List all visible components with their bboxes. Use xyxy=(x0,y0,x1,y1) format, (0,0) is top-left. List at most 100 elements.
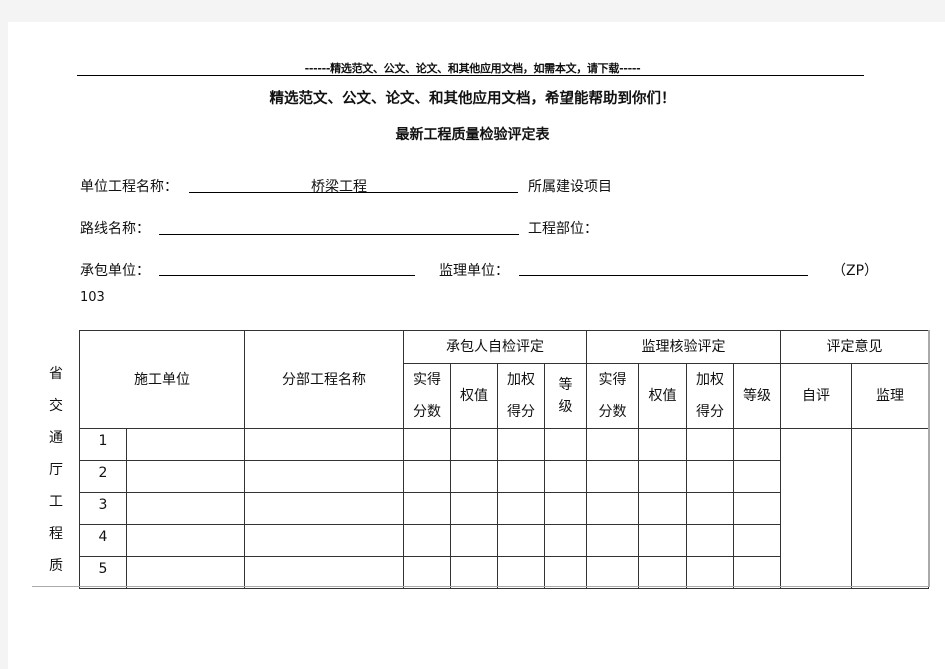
row-unit-cell[interactable] xyxy=(126,524,245,557)
cell[interactable] xyxy=(450,428,498,461)
cell[interactable] xyxy=(403,460,451,493)
cell[interactable] xyxy=(403,492,451,525)
header-weight: 权值 xyxy=(450,363,498,429)
row-number: 1 xyxy=(79,428,127,461)
cell[interactable] xyxy=(686,524,734,557)
table-row: 1 xyxy=(79,428,929,589)
header-text: 加权 xyxy=(696,372,724,388)
side-char: 交 xyxy=(49,398,63,414)
side-char: 工 xyxy=(49,494,63,510)
header-sup-weight: 权值 xyxy=(638,363,687,429)
cell[interactable] xyxy=(544,524,587,557)
cell[interactable] xyxy=(586,524,639,557)
header-sub-project-name: 分部工程名称 xyxy=(244,330,404,429)
cell[interactable] xyxy=(497,428,545,461)
header-rule xyxy=(77,75,864,76)
row-name-cell[interactable] xyxy=(244,556,404,589)
cell[interactable] xyxy=(544,492,587,525)
document-title: 最新工程质量检验评定表 xyxy=(395,127,550,143)
row-name-cell[interactable] xyxy=(244,524,404,557)
supervision-opinion-cell[interactable] xyxy=(851,428,929,589)
row-unit-cell[interactable] xyxy=(126,556,245,589)
row-number: 4 xyxy=(79,524,127,557)
cell[interactable] xyxy=(733,524,781,557)
header-sup-weighted-score: 加权 得分 xyxy=(686,363,734,429)
cell[interactable] xyxy=(450,524,498,557)
cell[interactable] xyxy=(586,428,639,461)
contractor-label: 承包单位： xyxy=(80,263,150,279)
header-construction-unit: 施工单位 xyxy=(79,330,245,429)
cell[interactable] xyxy=(497,556,545,589)
project-part-label: 工程部位： xyxy=(528,221,598,237)
header-text: 等 xyxy=(558,377,573,393)
header-supervisor-check: 监理核验评定 xyxy=(586,330,781,364)
side-char: 厅 xyxy=(49,462,63,478)
download-banner: ------精选范文、公文、论文、和其他应用文档，如需本文，请下载----- xyxy=(304,62,641,75)
row-number: 3 xyxy=(79,492,127,525)
cell[interactable] xyxy=(638,460,687,493)
evaluation-table: 施工单位 分部工程名称 承包人自检评定 监理核验评定 评定意见 实得 分数 权值 … xyxy=(79,330,929,589)
cell[interactable] xyxy=(733,460,781,493)
cell[interactable] xyxy=(638,556,687,589)
cell[interactable] xyxy=(403,524,451,557)
cell[interactable] xyxy=(544,428,587,461)
header-text: 实得 xyxy=(413,372,441,388)
cell[interactable] xyxy=(544,556,587,589)
row-name-cell[interactable] xyxy=(244,460,404,493)
cell[interactable] xyxy=(403,428,451,461)
cell[interactable] xyxy=(733,556,781,589)
cell[interactable] xyxy=(497,524,545,557)
row-name-cell[interactable] xyxy=(244,428,404,461)
cell[interactable] xyxy=(638,428,687,461)
header-self-eval: 自评 xyxy=(780,363,852,429)
route-name-underline xyxy=(159,234,519,235)
cell[interactable] xyxy=(450,492,498,525)
header-weighted-score: 加权 得分 xyxy=(497,363,545,429)
cell[interactable] xyxy=(638,492,687,525)
form-code: （ZP） xyxy=(832,263,879,279)
table-right-edge xyxy=(928,330,930,587)
unit-project-label: 单位工程名称： xyxy=(80,179,178,195)
self-eval-opinion-cell[interactable] xyxy=(780,428,852,589)
row-unit-cell[interactable] xyxy=(126,492,245,525)
contractor-underline xyxy=(159,275,415,276)
header-text: 级 xyxy=(558,399,573,415)
page-cut-line xyxy=(32,586,929,587)
cell[interactable] xyxy=(733,428,781,461)
unit-project-value[interactable]: 桥梁工程 xyxy=(189,176,489,196)
cell[interactable] xyxy=(586,492,639,525)
row-unit-cell[interactable] xyxy=(126,428,245,461)
cell[interactable] xyxy=(638,524,687,557)
side-char: 质 xyxy=(49,558,63,574)
side-char: 省 xyxy=(49,366,63,382)
header-sup-grade: 等级 xyxy=(733,363,781,429)
side-label: 省 交 通 厅 工 程 质 xyxy=(48,358,64,582)
cell[interactable] xyxy=(686,460,734,493)
form-number: 103 xyxy=(80,290,105,305)
row-number: 2 xyxy=(79,460,127,493)
cell[interactable] xyxy=(586,460,639,493)
supervisor-underline xyxy=(519,275,808,276)
row-unit-cell[interactable] xyxy=(126,460,245,493)
header-grade: 等级 xyxy=(544,363,587,429)
cell[interactable] xyxy=(686,428,734,461)
cell[interactable] xyxy=(450,460,498,493)
side-char: 程 xyxy=(49,526,63,542)
cell[interactable] xyxy=(586,556,639,589)
supervisor-label: 监理单位： xyxy=(439,263,509,279)
cell[interactable] xyxy=(450,556,498,589)
header-actual-score: 实得 分数 xyxy=(403,363,451,429)
cell[interactable] xyxy=(497,460,545,493)
cell[interactable] xyxy=(686,556,734,589)
header-sup-actual-score: 实得 分数 xyxy=(586,363,639,429)
cell[interactable] xyxy=(686,492,734,525)
cell[interactable] xyxy=(733,492,781,525)
header-text: 分数 xyxy=(598,404,627,420)
header-supervision: 监理 xyxy=(851,363,929,429)
cell[interactable] xyxy=(544,460,587,493)
row-name-cell[interactable] xyxy=(244,492,404,525)
cell[interactable] xyxy=(497,492,545,525)
cell[interactable] xyxy=(403,556,451,589)
header-contractor-self-check: 承包人自检评定 xyxy=(403,330,587,364)
header-text: 分数 xyxy=(413,404,441,420)
